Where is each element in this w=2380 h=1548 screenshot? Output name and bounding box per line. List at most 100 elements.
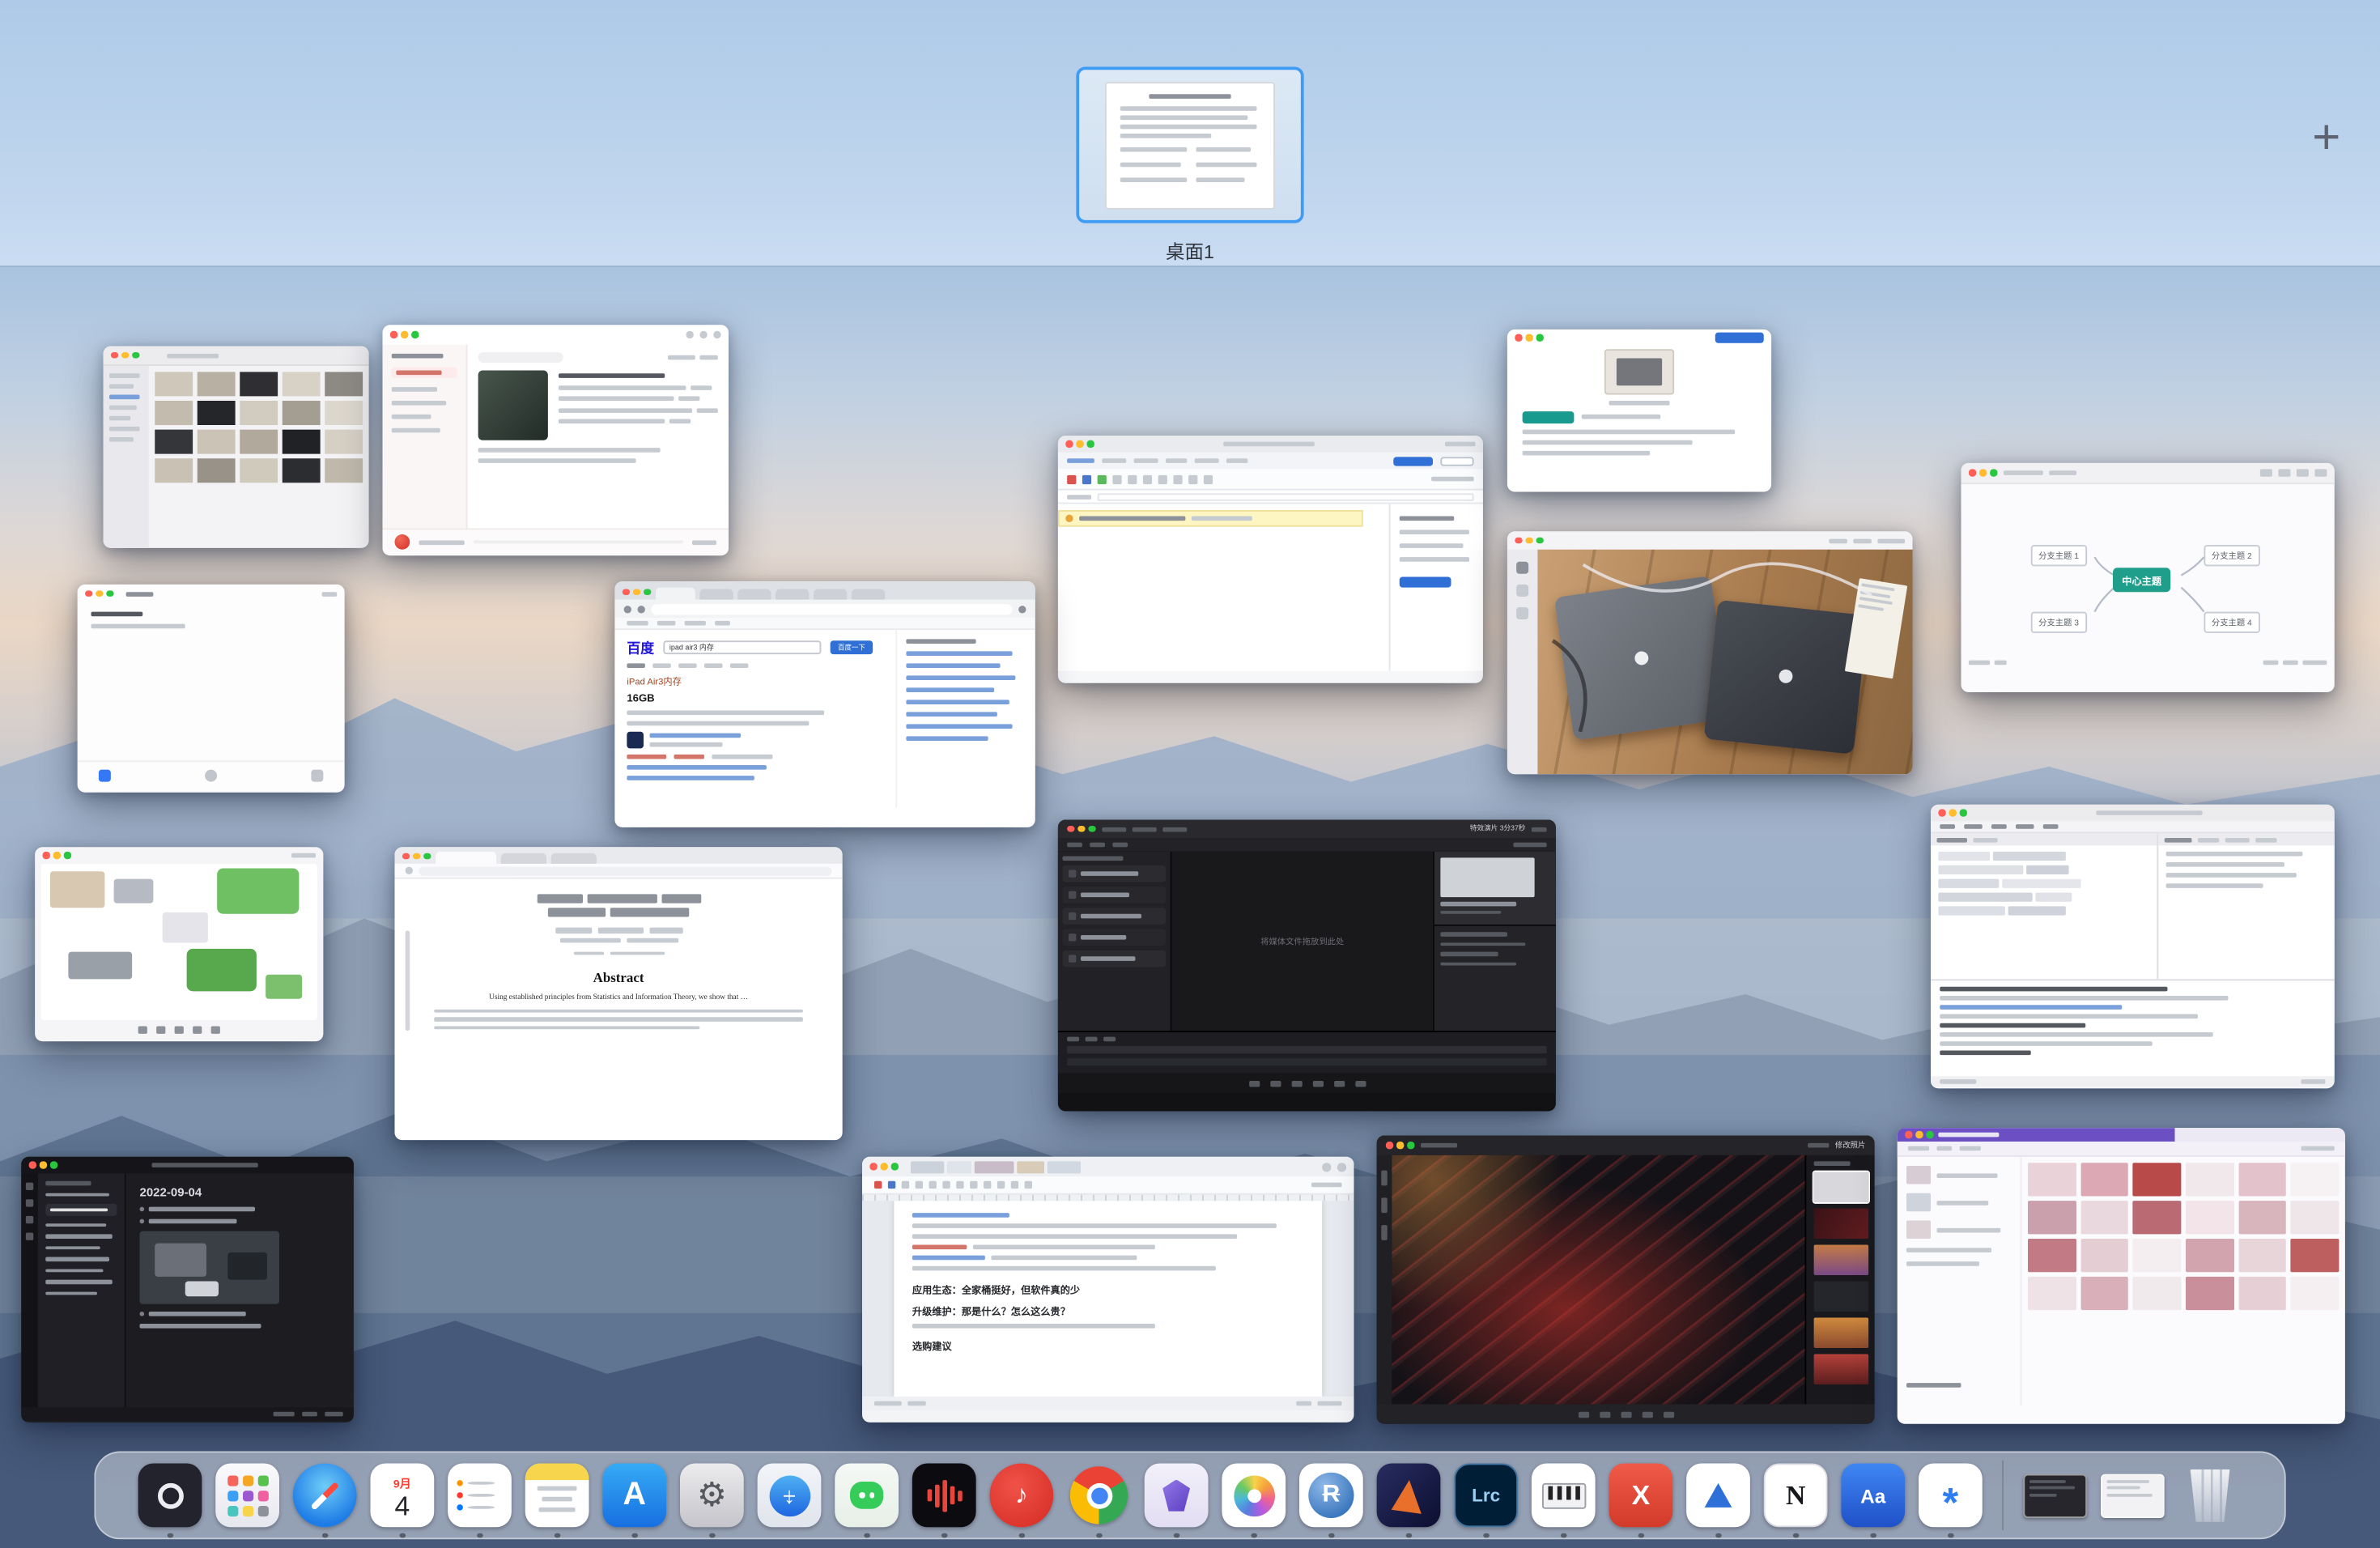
black-audio-app-icon[interactable]	[912, 1464, 976, 1528]
lightroom-window[interactable]: 修改照片	[1377, 1136, 1875, 1424]
filmstrip-thumb[interactable]	[1814, 1317, 1869, 1348]
note-editor[interactable]: 2022-09-04	[126, 1173, 354, 1407]
browser-tab[interactable]	[813, 589, 846, 600]
photo-viewer-window[interactable]	[1507, 531, 1913, 774]
chat-window[interactable]	[78, 585, 345, 793]
mindmap-window[interactable]: 中心主题 分支主题 1 分支主题 2 分支主题 3 分支主题 4	[1961, 463, 2335, 692]
menu-bar[interactable]	[1931, 821, 2335, 833]
markdown-notes-window[interactable]: 2022-09-04	[21, 1157, 354, 1423]
photos-icon[interactable]	[1222, 1464, 1286, 1528]
bottom-toolbar[interactable]	[1377, 1404, 1875, 1423]
ribbon-tabs[interactable]	[1058, 453, 1483, 470]
editor-toolbar[interactable]	[35, 1020, 323, 1039]
notes-icon[interactable]	[525, 1464, 589, 1528]
minimized-window-thumbnail-2[interactable]	[2101, 1464, 2165, 1528]
gallery-sidebar[interactable]	[1898, 1157, 2022, 1406]
finder-sidebar[interactable]	[104, 366, 149, 548]
sheet-area[interactable]	[1058, 504, 1389, 671]
track-list[interactable]	[559, 371, 718, 424]
music-sidebar[interactable]	[383, 345, 468, 529]
search-query[interactable]: ipad air3 内存	[669, 642, 714, 653]
image-editor-window[interactable]	[35, 847, 323, 1041]
reminders-icon[interactable]	[448, 1464, 512, 1528]
calendar-icon[interactable]: 9月4	[371, 1464, 435, 1528]
matlab-icon[interactable]	[1377, 1464, 1441, 1528]
browser-tab[interactable]	[699, 589, 732, 600]
address-bar[interactable]	[419, 866, 832, 875]
editor-subtoolbar[interactable]	[1058, 838, 1556, 852]
browser-tab[interactable]	[737, 589, 770, 600]
branch-node-3[interactable]: 分支主题 3	[2031, 612, 2087, 633]
module-label[interactable]: 修改照片	[1835, 1140, 1866, 1150]
triangle-app-icon[interactable]	[1686, 1464, 1750, 1528]
browser-tab[interactable]	[500, 853, 546, 864]
bottom-mode-bar[interactable]	[1058, 1074, 1556, 1093]
blue-action-chip[interactable]	[1715, 333, 1764, 343]
dictionary-icon[interactable]: Aa	[1841, 1464, 1905, 1528]
add-desktop-button[interactable]: +	[2312, 113, 2340, 161]
browser-baidu-window[interactable]: 百度 ipad air3 内存 百度一下 iPad Air3内存 16GB	[614, 581, 1035, 827]
safari-icon[interactable]	[293, 1464, 357, 1528]
properties-panel[interactable]	[1434, 926, 1556, 1031]
trash-icon[interactable]	[2178, 1464, 2242, 1528]
paper-pdf-window[interactable]: Abstract Using established principles fr…	[395, 847, 843, 1140]
gray-shortcut-icon[interactable]	[205, 770, 217, 782]
xmind-icon[interactable]: X	[1609, 1464, 1673, 1528]
left-rail[interactable]	[1377, 1155, 1392, 1405]
rstudio-icon[interactable]: R	[1299, 1464, 1363, 1528]
app-store-icon[interactable]: A	[602, 1464, 666, 1528]
filmstrip-thumb[interactable]	[1814, 1354, 1869, 1384]
bookmarks-bar[interactable]	[614, 618, 1035, 630]
downloads-icon[interactable]: ↓	[758, 1464, 822, 1528]
formula-bar[interactable]	[1058, 491, 1483, 504]
viewer-panel[interactable]: 将媒体文件拖放到此处	[1172, 852, 1434, 1031]
file-explorer[interactable]	[38, 1173, 126, 1407]
word-doc-window[interactable]: 应用生态：全家桶挺好，但软件真的少 升级维护：那是什么？怎么这么贵？ 选购建议	[862, 1157, 1354, 1423]
center-topic-node[interactable]: 中心主题	[2113, 568, 2170, 592]
piano-keys-icon[interactable]	[1532, 1464, 1596, 1528]
finder-photos-window[interactable]	[104, 347, 369, 548]
branch-node-1[interactable]: 分支主题 1	[2031, 545, 2087, 566]
document-card-window[interactable]	[1507, 330, 1771, 492]
media-pool-panel[interactable]	[1058, 852, 1171, 1031]
asterisk-app-icon[interactable]: *	[1919, 1464, 1983, 1528]
environment-pane[interactable]	[2158, 833, 2335, 979]
launchpad-icon[interactable]	[215, 1464, 279, 1528]
chrome-icon[interactable]	[1067, 1464, 1131, 1528]
ribbon-toolbar[interactable]	[1058, 469, 1483, 490]
zoom-controls[interactable]	[2263, 661, 2327, 666]
gallery-toolbar[interactable]	[1898, 1142, 2345, 1157]
desktop-1-thumbnail[interactable]	[1076, 67, 1303, 223]
blue-app-shortcut-icon[interactable]	[99, 770, 111, 782]
search-button[interactable]: 百度一下	[838, 643, 865, 652]
inspector-panel[interactable]	[1434, 852, 1556, 925]
rstudio-window[interactable]	[1931, 805, 2335, 1089]
result-link-title[interactable]: iPad Air3内存	[627, 674, 883, 687]
doc-page[interactable]: 应用生态：全家桶挺好，但软件真的少 升级维护：那是什么？怎么这么贵？ 选购建议	[894, 1201, 1322, 1397]
related-searches-column[interactable]	[895, 630, 1035, 807]
doc-toolbar[interactable]	[862, 1176, 1354, 1195]
filmstrip-panel[interactable]	[1804, 1155, 1874, 1405]
notion-icon[interactable]: N	[1764, 1464, 1828, 1528]
filmstrip-thumb-selected[interactable]	[1814, 1172, 1869, 1202]
filmstrip-thumb[interactable]	[1814, 1281, 1869, 1312]
active-tab[interactable]	[655, 588, 695, 600]
console-pane[interactable]	[1931, 979, 2335, 1076]
obsidian-icon[interactable]	[1145, 1464, 1209, 1528]
system-settings-icon[interactable]: ⚙	[680, 1464, 744, 1528]
branch-node-2[interactable]: 分支主题 2	[2204, 545, 2260, 566]
music-app-window[interactable]	[383, 325, 729, 555]
address-bar[interactable]	[651, 603, 1012, 614]
source-editor-pane[interactable]	[1931, 833, 2157, 979]
icon-rail[interactable]	[21, 1173, 38, 1407]
album-art[interactable]	[478, 371, 548, 440]
gray-shortcut-icon-2[interactable]	[311, 770, 323, 782]
active-tab[interactable]	[435, 852, 495, 864]
minimized-window-thumbnail-1[interactable]	[2023, 1464, 2087, 1528]
branch-node-4[interactable]: 分支主题 4	[2204, 612, 2260, 633]
mindmap-canvas[interactable]: 中心主题 分支主题 1 分支主题 2 分支主题 3 分支主题 4	[1961, 484, 2335, 671]
dark-round-app-icon[interactable]	[138, 1464, 202, 1528]
spreadsheet-window[interactable]	[1058, 436, 1483, 683]
video-editor-window[interactable]: 特效演片 3分37秒 将媒体文件拖放到此处	[1058, 820, 1556, 1112]
browser-tab[interactable]	[550, 853, 596, 864]
